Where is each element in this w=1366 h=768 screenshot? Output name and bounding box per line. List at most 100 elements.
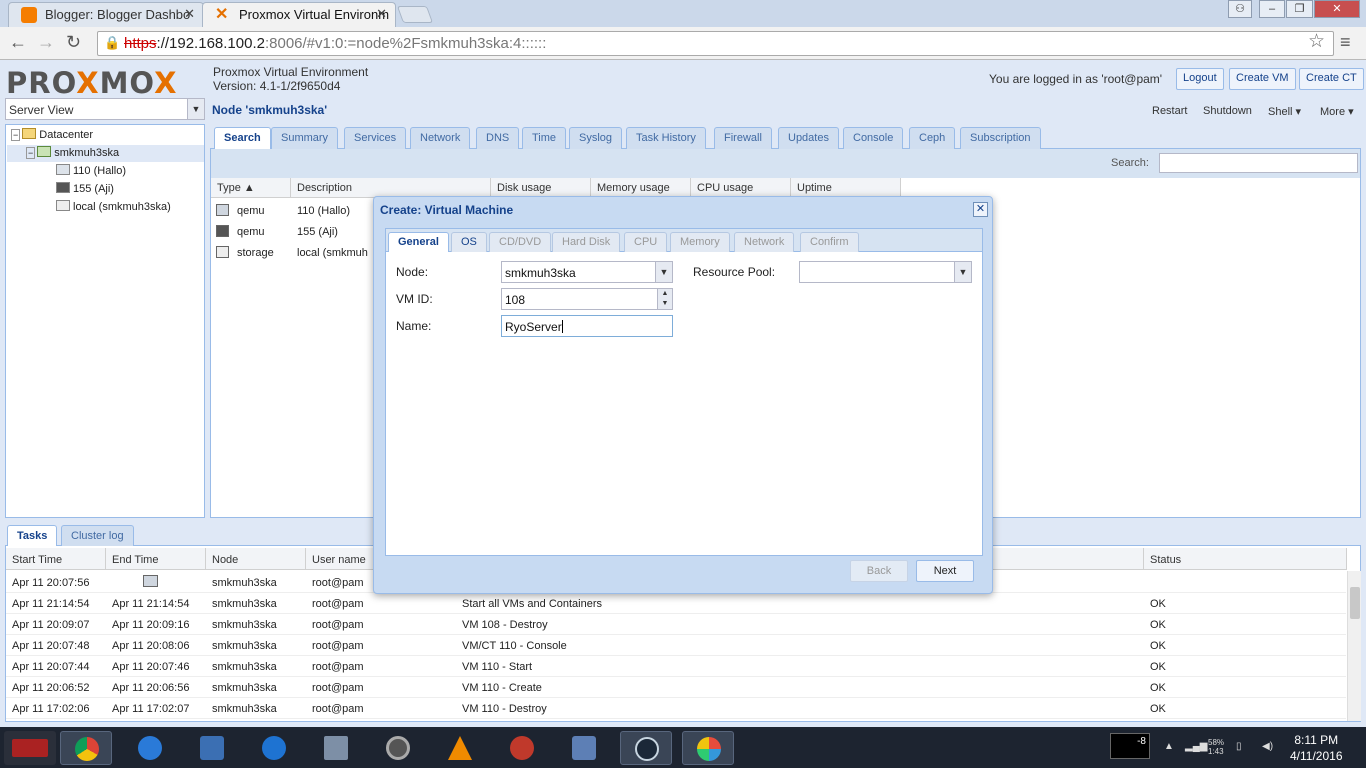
close-icon[interactable]: ✕ — [184, 6, 195, 22]
spinner-icon[interactable]: ▲ ▼ — [657, 289, 672, 309]
tab-firewall[interactable]: Firewall — [714, 127, 772, 149]
table-row[interactable]: qemu 155 (Aji) — [211, 221, 371, 242]
create-ct-button[interactable]: Create CT — [1299, 68, 1364, 90]
minimize-icon[interactable]: – — [1259, 0, 1285, 18]
next-button[interactable]: Next — [916, 560, 974, 582]
tab-time[interactable]: Time — [522, 127, 567, 149]
close-icon[interactable]: ✕ — [376, 6, 387, 22]
maximize-icon[interactable]: ❐ — [1286, 0, 1313, 18]
tab-network[interactable]: Network — [734, 232, 795, 252]
tab-dns[interactable]: DNS — [476, 127, 520, 149]
col-type[interactable]: Type ▲ — [211, 178, 291, 198]
tab-network[interactable]: Network — [410, 127, 471, 149]
chevron-down-icon[interactable]: ▼ — [655, 262, 672, 282]
battery-icon[interactable]: ▯ — [1236, 741, 1242, 752]
tasks-scrollbar[interactable] — [1347, 571, 1361, 721]
steam-taskbar-button[interactable] — [620, 731, 672, 765]
logout-button[interactable]: Logout — [1176, 68, 1224, 90]
close-icon[interactable]: ✕ — [973, 202, 988, 217]
scrollbar-thumb[interactable] — [1350, 587, 1360, 619]
restart-button[interactable]: Restart — [1152, 105, 1187, 117]
tab-syslog[interactable]: Syslog — [569, 127, 623, 149]
media-player-taskbar-button[interactable] — [248, 731, 300, 765]
table-row[interactable]: storage local (smkmuh — [211, 242, 371, 263]
col-disk-usage[interactable]: Disk usage — [491, 178, 591, 198]
browser-tab-blogger[interactable]: Blogger: Blogger Dashbo ✕ — [8, 2, 204, 27]
table-row[interactable]: Apr 11 21:14:54 Apr 11 21:14:54 smkmuh3s… — [6, 593, 1346, 614]
chevron-down-icon[interactable]: ▼ — [187, 99, 204, 119]
tree-item-node[interactable]: − smkmuh3ska — [26, 146, 119, 159]
col-start-time[interactable]: Start Time — [6, 548, 106, 570]
collapse-icon[interactable]: − — [11, 129, 21, 141]
col-node[interactable]: Node — [206, 548, 306, 570]
table-row[interactable]: Apr 11 20:06:52 Apr 11 20:06:56 smkmuh3s… — [6, 677, 1346, 698]
tab-console[interactable]: Console — [843, 127, 904, 149]
browser-menu-icon[interactable]: ≡ — [1340, 32, 1351, 53]
tab-os[interactable]: OS — [451, 232, 487, 252]
name-input[interactable]: RyoServer — [501, 315, 673, 337]
ie-taskbar-button[interactable] — [124, 731, 176, 765]
tab-task-history[interactable]: Task History — [626, 127, 706, 149]
more-button[interactable]: More ▾ — [1320, 105, 1354, 118]
tab-memory[interactable]: Memory — [670, 232, 730, 252]
table-row[interactable]: Apr 11 20:07:44 Apr 11 20:07:46 smkmuh3s… — [6, 656, 1346, 677]
col-memory-usage[interactable]: Memory usage — [591, 178, 691, 198]
back-button[interactable]: Back — [850, 560, 908, 582]
server-view-select[interactable]: Server View ▼ — [5, 98, 205, 120]
col-end-time[interactable]: End Time — [106, 548, 206, 570]
reload-icon[interactable]: ↻ — [66, 32, 81, 53]
tree-item-storage[interactable]: local (smkmuh3ska) — [56, 200, 171, 213]
explorer-taskbar-button[interactable] — [186, 731, 238, 765]
table-row[interactable]: Apr 11 20:07:48 Apr 11 20:08:06 smkmuh3s… — [6, 635, 1346, 656]
chevron-down-icon[interactable]: ▼ — [954, 262, 971, 282]
volume-icon[interactable]: ◀) — [1262, 741, 1273, 752]
table-row[interactable]: Apr 11 17:02:06 Apr 11 17:02:07 smkmuh3s… — [6, 698, 1346, 719]
col-status[interactable]: Status — [1144, 548, 1347, 570]
signal-icon[interactable]: ▂▄▆ — [1185, 741, 1207, 752]
tray-expand-icon[interactable]: ▲ — [1164, 741, 1174, 752]
search-input[interactable] — [1159, 153, 1358, 173]
bookmark-star-icon[interactable]: ☆ — [1308, 30, 1325, 53]
browser-tab-proxmox[interactable]: ✕ Proxmox Virtual Environm ✕ — [202, 2, 396, 27]
new-tab-button[interactable] — [396, 6, 434, 23]
start-button[interactable] — [4, 731, 56, 765]
camera-taskbar-button[interactable] — [372, 731, 424, 765]
tab-updates[interactable]: Updates — [778, 127, 839, 149]
node-select[interactable]: smkmuh3ska ▼ — [501, 261, 673, 283]
collapse-icon[interactable]: − — [26, 147, 36, 159]
tab-summary[interactable]: Summary — [271, 127, 339, 149]
tab-cluster-log[interactable]: Cluster log — [61, 525, 134, 546]
tab-subscription[interactable]: Subscription — [960, 127, 1041, 149]
resource-pool-select[interactable]: ▼ — [799, 261, 972, 283]
game-taskbar-button[interactable] — [496, 731, 548, 765]
tab-search[interactable]: Search — [214, 127, 271, 149]
shell-button[interactable]: Shell ▾ — [1268, 105, 1301, 118]
create-vm-button[interactable]: Create VM — [1229, 68, 1296, 90]
tree-item-datacenter[interactable]: − Datacenter — [11, 128, 93, 141]
window-close-icon[interactable]: ✕ — [1314, 0, 1360, 18]
shutdown-button[interactable]: Shutdown — [1203, 105, 1252, 117]
tab-cpu[interactable]: CPU — [624, 232, 668, 252]
paint-taskbar-button[interactable] — [682, 731, 734, 765]
tab-general[interactable]: General — [388, 232, 449, 252]
tree-item-vm-155[interactable]: 155 (Aji) — [56, 182, 114, 195]
tray-app-icon[interactable]: -8 — [1110, 733, 1150, 759]
tree-item-vm-110[interactable]: 110 (Hallo) — [56, 164, 126, 177]
table-row[interactable]: Apr 11 20:09:07 Apr 11 20:09:16 smkmuh3s… — [6, 614, 1346, 635]
tab-services[interactable]: Services — [344, 127, 407, 149]
chrome-taskbar-button[interactable] — [60, 731, 112, 765]
tab-hard-disk[interactable]: Hard Disk — [552, 232, 621, 252]
table-row[interactable]: qemu 110 (Hallo) — [211, 200, 371, 221]
forward-icon[interactable]: → — [37, 32, 55, 53]
tab-ceph[interactable]: Ceph — [909, 127, 956, 149]
tab-cd-dvd[interactable]: CD/DVD — [489, 232, 552, 252]
vlc-taskbar-button[interactable] — [434, 731, 486, 765]
system-clock[interactable]: 8:11 PM 4/11/2016 — [1290, 732, 1343, 764]
col-cpu-usage[interactable]: CPU usage — [691, 178, 791, 198]
back-icon[interactable]: ← — [9, 32, 27, 53]
tab-confirm[interactable]: Confirm — [800, 232, 859, 252]
user-icon[interactable]: ⚇ — [1228, 0, 1252, 18]
remote-desktop-taskbar-button[interactable] — [310, 731, 362, 765]
col-description[interactable]: Description — [291, 178, 491, 198]
virtualbox-taskbar-button[interactable] — [558, 731, 610, 765]
